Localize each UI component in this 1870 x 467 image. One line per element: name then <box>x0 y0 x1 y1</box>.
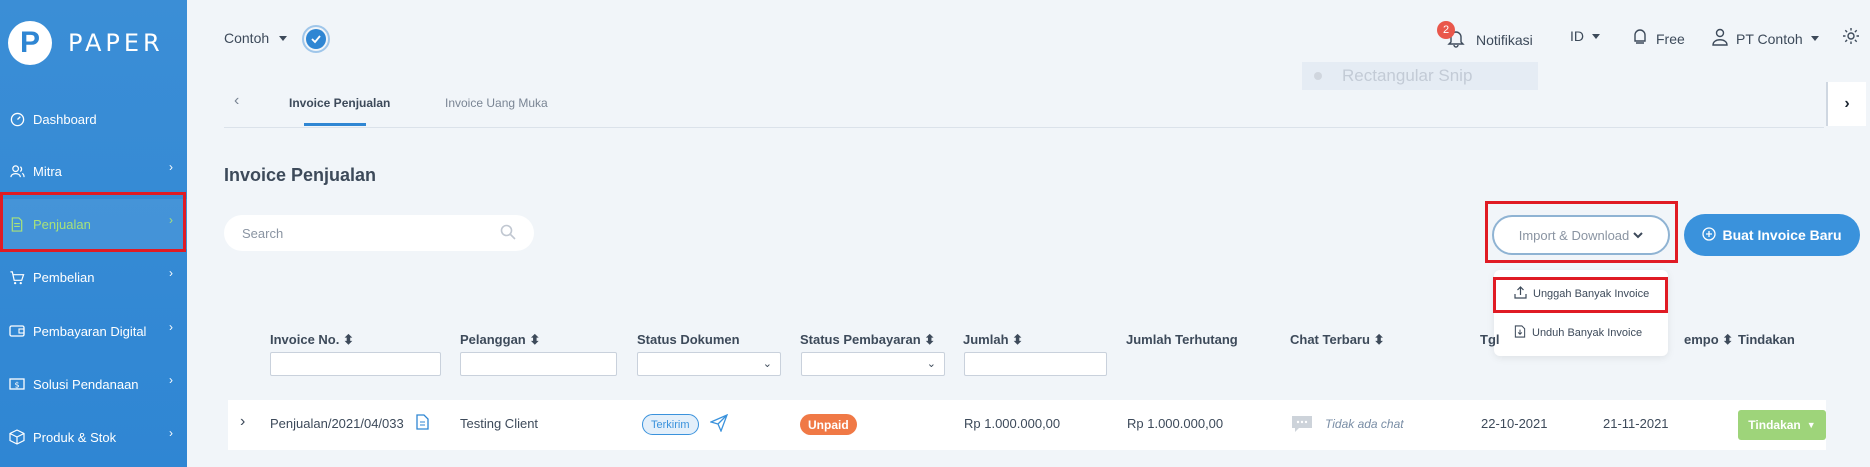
highlight-box <box>1493 277 1668 313</box>
user-icon <box>1712 28 1728 49</box>
sort-icon: ⬍ <box>1012 332 1024 347</box>
settings-button[interactable] <box>1842 27 1860 48</box>
sidebar-item-dashboard[interactable]: Dashboard <box>0 94 187 144</box>
doc-status-filter[interactable]: ⌄ <box>637 352 781 376</box>
language-selector[interactable]: ID <box>1570 28 1600 44</box>
sidebar-item-solusi-pendanaan[interactable]: $ Solusi Pendanaan › <box>0 359 187 409</box>
caret-down-icon <box>1810 36 1819 41</box>
column-header-doc-status: Status Dokumen <box>637 332 740 347</box>
sidebar-item-label: Mitra <box>33 163 62 179</box>
chevron-down-icon: ⌄ <box>926 358 936 370</box>
sidebar-item-label: Pembelian <box>33 269 95 285</box>
sort-icon: ⬍ <box>924 332 936 347</box>
sidebar-item-pembayaran-digital[interactable]: Pembayaran Digital › <box>0 306 187 356</box>
column-header-due[interactable]: empo ⬍ <box>1684 332 1733 348</box>
chevron-right-icon: › <box>169 373 173 387</box>
due-date-cell: 21-11-2021 <box>1603 416 1669 431</box>
chevron-right-icon: › <box>169 426 173 440</box>
highlight-box <box>0 192 186 252</box>
outstanding-cell: Rp 1.000.000,00 <box>1127 416 1224 431</box>
brand-logo[interactable]: P PAPER <box>8 18 164 68</box>
column-header-last-chat[interactable]: Chat Terbaru ⬍ <box>1290 332 1384 348</box>
verified-icon <box>302 25 330 53</box>
page-title: Invoice Penjualan <box>224 165 377 185</box>
sidebar-item-label: Solusi Pendanaan <box>33 376 139 392</box>
chevron-left-icon[interactable]: ‹ <box>234 92 239 110</box>
column-header-customer[interactable]: Pelanggan ⬍ <box>460 332 540 348</box>
dashboard-icon <box>9 111 25 127</box>
sidebar-item-label: Pembayaran Digital <box>33 323 147 339</box>
active-tab-indicator <box>304 123 366 126</box>
column-header-amount[interactable]: Jumlah ⬍ <box>963 332 1023 348</box>
sort-icon: ⬍ <box>529 332 541 347</box>
caret-down-icon <box>1592 33 1600 39</box>
chevron-right-icon: › <box>169 266 173 280</box>
chevron-down-icon <box>1633 228 1643 243</box>
doc-status-badge: Terkirim <box>642 414 699 435</box>
date-cell: 22-10-2021 <box>1481 416 1548 431</box>
customer-filter[interactable] <box>460 352 617 376</box>
expand-row-icon[interactable]: › <box>240 413 245 431</box>
chevron-down-icon: ⌄ <box>762 358 772 370</box>
notification-count-badge: 2 <box>1437 21 1455 39</box>
column-header-invoice-no[interactable]: Invoice No. ⬍ <box>270 332 354 348</box>
tab-bar: ‹ Invoice Penjualan Invoice Uang Muka <box>224 80 1824 128</box>
caret-down-icon: ▼ <box>1806 420 1816 430</box>
chat-icon[interactable] <box>1290 414 1314 439</box>
tab-invoice-penjualan[interactable]: Invoice Penjualan <box>289 96 390 110</box>
gear-icon <box>1842 27 1860 48</box>
sidebar-item-mitra[interactable]: Mitra › <box>0 146 187 196</box>
payment-status-badge: Unpaid <box>800 414 857 435</box>
column-header-outstanding: Jumlah Terhutang <box>1126 332 1238 347</box>
chevron-right-icon: › <box>169 320 173 334</box>
finance-icon: $ <box>9 376 25 392</box>
send-icon[interactable] <box>709 413 729 437</box>
svg-text:$: $ <box>14 381 19 390</box>
invoice-no-filter[interactable] <box>270 352 441 376</box>
sort-icon: ⬍ <box>1722 332 1734 347</box>
box-icon <box>9 429 25 445</box>
cart-icon <box>9 269 25 285</box>
sidebar-item-pembelian[interactable]: Pembelian › <box>0 252 187 302</box>
sidebar-item-label: Produk & Stok <box>33 429 117 445</box>
company-selector[interactable]: Contoh <box>224 30 288 46</box>
column-header-date[interactable]: Tgl <box>1480 332 1500 347</box>
search-input[interactable]: Search <box>224 215 534 251</box>
last-chat-cell: Tidak ada chat <box>1325 417 1404 431</box>
new-invoice-button[interactable]: Buat Invoice Baru <box>1684 214 1860 256</box>
notifications-button[interactable]: Notifikasi <box>1446 28 1533 51</box>
sidebar-item-produk-stok[interactable]: Produk & Stok › <box>0 412 187 462</box>
column-header-payment-status[interactable]: Status Pembayaran ⬍ <box>800 332 935 348</box>
crown-icon <box>1632 28 1648 49</box>
plan-button[interactable]: Free <box>1632 28 1685 49</box>
amount-cell: Rp 1.000.000,00 <box>964 416 1061 431</box>
brand-name: PAPER <box>68 29 164 57</box>
wallet-icon <box>9 323 25 339</box>
customer-cell: Testing Client <box>460 416 539 431</box>
column-header-action: Tindakan <box>1738 332 1795 347</box>
chevron-right-icon[interactable]: › <box>1826 82 1866 126</box>
download-invoices-item[interactable]: Unduh Banyak Invoice <box>1514 325 1642 341</box>
sort-icon: ⬍ <box>1373 332 1385 347</box>
amount-filter[interactable] <box>964 352 1107 376</box>
row-action-button[interactable]: Tindakan ▼ <box>1738 410 1826 440</box>
payment-status-filter[interactable]: ⌄ <box>801 352 945 376</box>
import-download-button[interactable]: Import & Download <box>1492 215 1670 255</box>
logo-icon: P <box>8 21 52 65</box>
account-menu[interactable]: PT Contoh <box>1712 28 1819 49</box>
document-icon[interactable] <box>416 414 429 435</box>
invoice-no-cell[interactable]: Penjualan/2021/04/033 <box>270 416 404 431</box>
search-icon <box>500 224 516 243</box>
sort-icon: ⬍ <box>342 332 354 347</box>
tab-invoice-uang-muka[interactable]: Invoice Uang Muka <box>445 96 548 110</box>
plus-circle-icon <box>1702 226 1717 244</box>
caret-down-icon <box>279 35 288 41</box>
sidebar-item-label: Dashboard <box>33 111 97 127</box>
chevron-right-icon: › <box>169 160 173 174</box>
file-download-icon <box>1514 325 1526 341</box>
users-icon <box>9 163 25 179</box>
